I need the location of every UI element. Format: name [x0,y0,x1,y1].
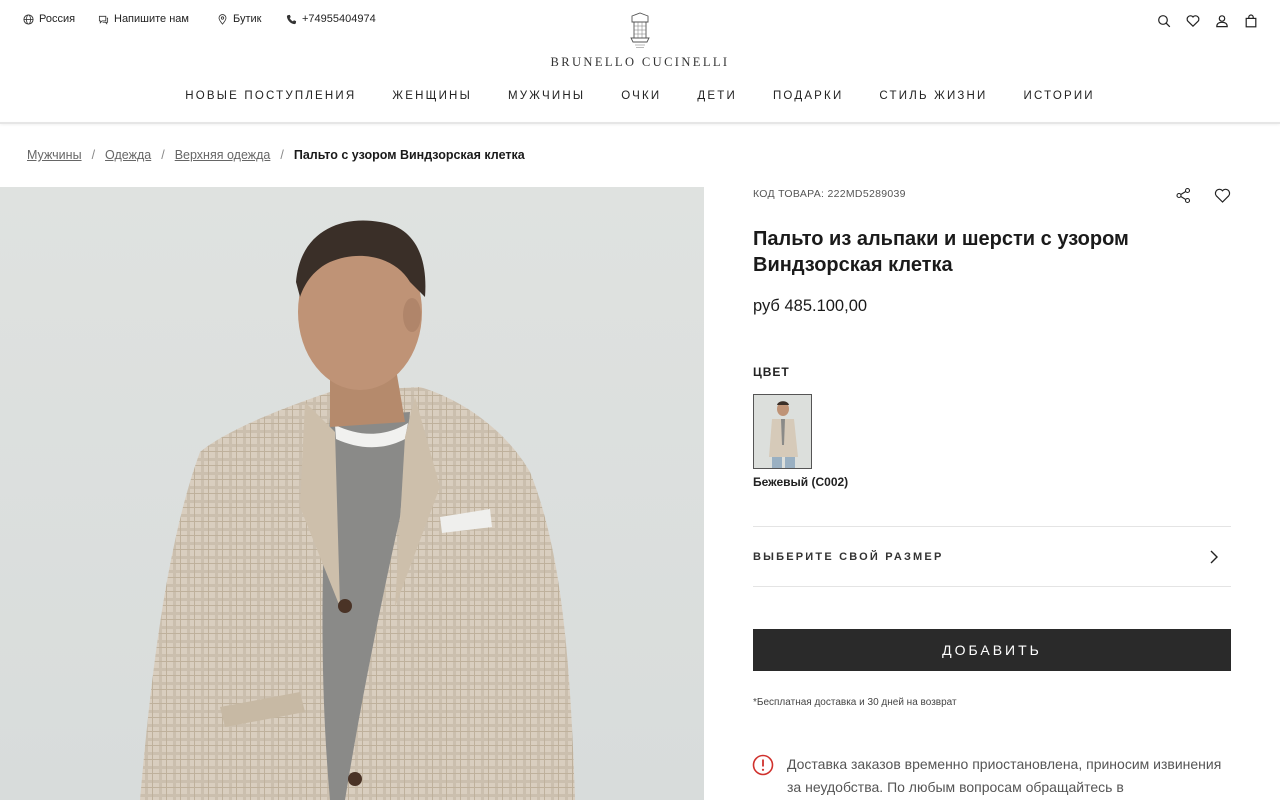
chat-icon [98,15,109,25]
nav-eyewear[interactable]: ОЧКИ [621,90,661,102]
nav-new-arrivals[interactable]: НОВЫЕ ПОСТУПЛЕНИЯ [185,90,356,102]
alert-circle-icon [752,754,774,776]
user-icon[interactable] [1215,14,1229,28]
nav-women[interactable]: ЖЕНЩИНЫ [392,90,472,102]
nav-gifts[interactable]: ПОДАРКИ [773,90,843,102]
share-icon[interactable] [1175,187,1192,204]
wishlist-heart-icon[interactable] [1214,187,1231,204]
color-label: ЦВЕТ [753,365,790,379]
main-navigation: НОВЫЕ ПОСТУПЛЕНИЯ ЖЕНЩИНЫ МУЖЧИНЫ ОЧКИ Д… [0,90,1280,102]
color-swatch[interactable] [753,394,812,469]
add-to-cart-button[interactable]: ДОБАВИТЬ [753,629,1231,671]
phone-link[interactable]: +74955404974 [286,13,376,25]
breadcrumb-men[interactable]: Мужчины [27,148,82,162]
breadcrumb-outerwear[interactable]: Верхняя одежда [175,148,271,162]
size-selector[interactable]: ВЫБЕРИТЕ СВОЙ РАЗМЕР [753,526,1231,587]
nav-stories[interactable]: ИСТОРИИ [1024,90,1095,102]
product-price: руб 485.100,00 [753,297,868,315]
heart-icon[interactable] [1186,14,1200,28]
brand-wordmark: BRUNELLO CUCINELLI [550,55,730,69]
product-title: Пальто из альпаки и шерсти с узором Винд… [753,228,1129,276]
delivery-alert-text: Доставка заказов временно приостановлена… [787,756,1222,795]
product-photo [140,220,575,800]
phone-number: +74955404974 [302,13,376,25]
shopping-bag-icon[interactable] [1244,14,1258,28]
shipping-note: *Бесплатная доставка и 30 дней на возвра… [753,697,957,708]
breadcrumb-current: Пальто с узором Виндзорская клетка [293,148,525,162]
chevron-right-icon [1210,550,1218,563]
brand-logo[interactable]: BRUNELLO CUCINELLI [540,12,740,70]
nav-lifestyle[interactable]: СТИЛЬ ЖИЗНИ [879,90,987,102]
globe-icon [23,13,34,25]
product-image[interactable] [0,187,704,800]
breadcrumb-separator: / [161,148,165,162]
brand-crest-icon [630,12,650,48]
product-sku: КОД ТОВАРА: 222MD5289039 [753,188,906,200]
nav-kids[interactable]: ДЕТИ [697,90,737,102]
breadcrumb-separator: / [280,148,284,162]
contact-label: Напишите нам [114,13,189,25]
region-label: Россия [39,13,76,25]
contact-link[interactable]: Напишите нам [98,13,189,25]
breadcrumb-clothing[interactable]: Одежда [105,148,151,162]
swatch-thumbnail [754,395,811,468]
boutique-label: Бутик [233,13,262,25]
size-selector-label: ВЫБЕРИТЕ СВОЙ РАЗМЕР [753,550,944,563]
phone-icon [286,14,297,24]
nav-men[interactable]: МУЖЧИНЫ [508,90,585,102]
header-divider [0,122,1280,124]
breadcrumb-separator: / [91,148,96,162]
breadcrumb: Мужчины / Одежда / Верхняя одежда / Паль… [27,148,525,162]
search-icon[interactable] [1157,14,1171,28]
boutique-link[interactable]: Бутик [217,13,261,25]
location-pin-icon [218,13,227,25]
header-actions [1157,14,1258,28]
region-selector[interactable]: Россия [23,13,75,25]
color-name: Бежевый (C002) [753,475,849,489]
